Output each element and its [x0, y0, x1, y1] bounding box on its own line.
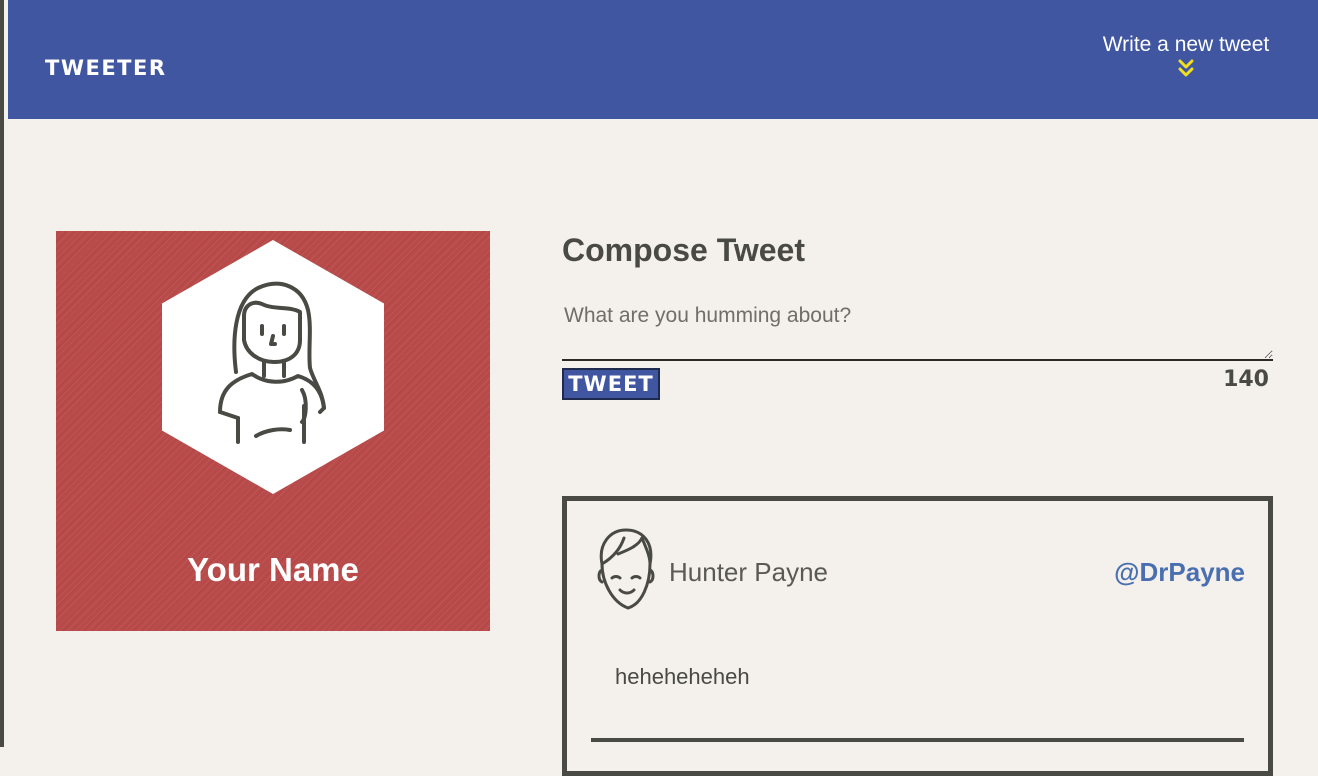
tweet-divider — [591, 738, 1244, 742]
top-nav: TWEETER Write a new tweet — [8, 0, 1318, 119]
write-new-tweet-label[interactable]: Write a new tweet — [1086, 33, 1286, 57]
profile-card: Your Name — [56, 231, 490, 631]
profile-name: Your Name — [187, 551, 359, 588]
tweet-author-name: Hunter Payne — [669, 557, 828, 587]
compose-title: Compose Tweet — [562, 232, 805, 268]
tweet-card: Hunter Payne @DrPayne heheheheheh — [562, 496, 1273, 776]
write-new-tweet-toggle[interactable]: Write a new tweet — [1086, 33, 1286, 77]
page: TWEETER Write a new tweet Your Name Comp… — [0, 0, 1318, 776]
brand-logo[interactable]: TWEETER — [45, 56, 167, 80]
man-avatar-icon — [597, 528, 655, 610]
tweet-author-handle[interactable]: @DrPayne — [1114, 557, 1245, 588]
compose-input[interactable] — [562, 300, 1273, 361]
woman-avatar-icon — [162, 240, 384, 494]
char-counter: 140 — [1223, 367, 1269, 392]
tweet-submit-button[interactable]: TWEET — [562, 368, 660, 400]
double-chevron-down-icon[interactable] — [1178, 59, 1194, 77]
tweet-text: heheheheheh — [615, 664, 750, 689]
